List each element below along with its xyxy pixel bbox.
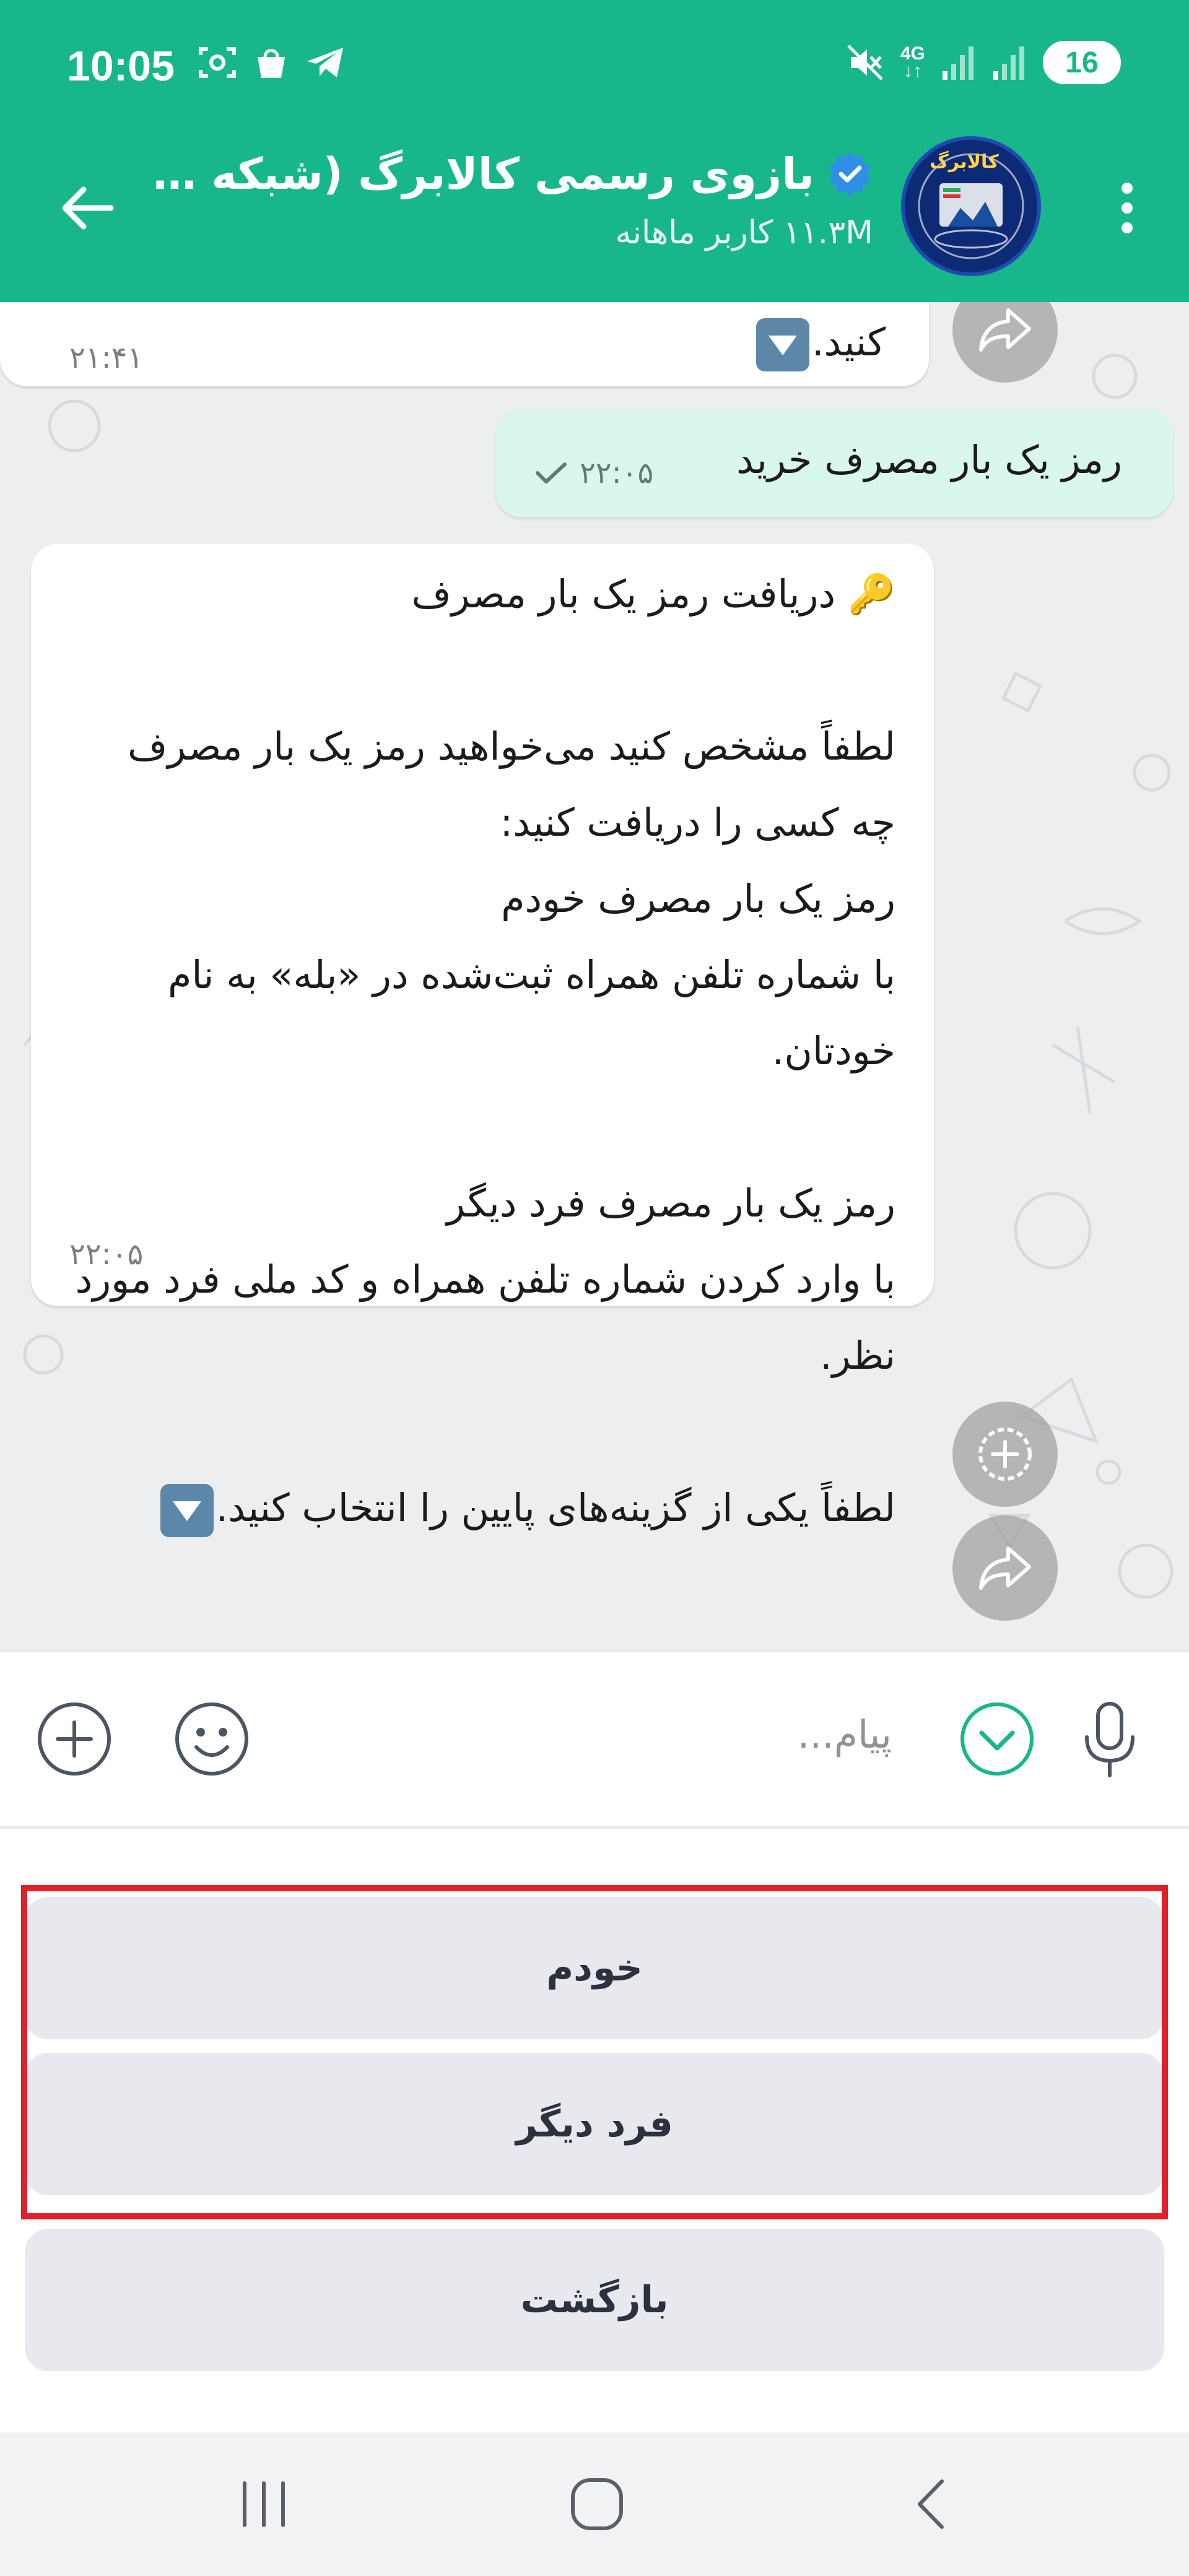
message-time: ۲۲:۰۵ [580,456,654,490]
status-notification-icons [198,45,346,80]
chat-messages-area[interactable]: کنید. ۲۱:۴۱ رمز یک بار مصرف خرید ۲۲:۰۵ 🔑… [0,302,1189,1650]
voice-record-button[interactable] [1066,1696,1153,1782]
recent-apps-icon [243,2481,285,2527]
avatar-label: کالابرگ [930,151,999,173]
highlight-box [21,1885,1168,2219]
message-bubble-previous[interactable]: کنید. ۲۱:۴۱ [0,302,929,386]
message-line: 🔑 دریافت رمز یک بار مصرف [411,571,895,617]
message-text: کنید. [754,318,886,371]
home-icon [571,2478,623,2530]
shopping-bag-icon [258,49,285,78]
system-back-button[interactable] [888,2467,975,2541]
down-arrow-emoji-icon [160,1483,214,1537]
smiley-icon [175,1702,248,1776]
status-system-icons: 4G ↓↑ 16 [846,41,1121,84]
chevron-left-icon [918,2479,944,2529]
bot-avatar[interactable]: کالابرگ [901,136,1041,276]
message-meta: ۲۲:۰۵ [534,456,653,490]
emoji-button[interactable] [168,1696,255,1782]
message-time: ۲۱:۴۱ [69,340,144,375]
message-line [53,1394,895,1470]
more-options-button[interactable] [1108,171,1146,245]
message-line [53,632,895,708]
message-line [53,1089,895,1165]
network-type: 4G ↓↑ [900,43,925,81]
message-line: خودتان. [772,1028,895,1073]
telegram-icon [307,48,343,77]
message-line: با وارد کردن شماره تلفن همراه و کد ملی ف… [75,1257,895,1302]
back-button[interactable] [50,171,124,245]
kebab-dot-icon [1121,202,1133,214]
plus-circle-icon [38,1702,111,1776]
home-button[interactable] [554,2467,640,2541]
message-line: رمز یک بار مصرف خودم [501,876,895,921]
forward-icon [979,308,1031,352]
message-text: 🔑 دریافت رمز یک بار مصرف لطفاً مشخص کنید… [53,556,895,1546]
forward-button[interactable] [952,1516,1058,1621]
system-navigation-bar [0,2432,1189,2576]
chat-header: بازوی رسمی کالابرگ (شبکه مل... ۱۱.۳M کار… [0,135,1189,302]
keyboard-button-back[interactable]: بازگشت [25,2229,1164,2371]
message-input[interactable]: پیام... [798,1712,892,1757]
message-text: رمز یک بار مصرف خرید [736,437,1122,482]
add-reaction-button[interactable] [952,1402,1058,1507]
message-line: چه کسی را دریافت کنید: [500,800,895,845]
forward-icon [979,1546,1031,1590]
kebab-dot-icon [1121,183,1133,194]
message-line: لطفاً مشخص کنید می‌خواهید رمز یک بار مصر… [128,724,895,769]
battery-indicator: 16 [1043,41,1121,84]
check-icon [536,462,567,484]
screenshot-icon [199,47,236,78]
signal-icon-1 [943,46,973,80]
message-line: رمز یک بار مصرف فرد دیگر [446,1181,895,1226]
attach-button[interactable] [31,1696,118,1782]
message-bubble-outgoing[interactable]: رمز یک بار مصرف خرید ۲۲:۰۵ [495,409,1173,518]
chat-title-row[interactable]: بازوی رسمی کالابرگ (شبکه مل... [142,149,873,199]
message-line: با شماره تلفن همراه ثبت‌شده در «بله» به … [167,952,895,997]
message-input-bar: پیام... [0,1650,1189,1826]
message-line: نظر. [819,1333,895,1378]
verified-badge-icon [829,152,871,196]
chevron-down-circle-icon [960,1702,1034,1776]
status-bar: 10:05 4G ↓↑ 16 [0,0,1189,135]
mute-icon [847,45,883,80]
down-arrow-emoji-icon [756,318,809,371]
chat-subtitle: ۱۱.۳M کاربر ماهانه [615,214,873,251]
recent-apps-button[interactable] [220,2467,307,2541]
status-time: 10:05 [67,43,175,90]
message-time: ۲۲:۰۵ [69,1237,144,1272]
arrow-left-icon [62,186,114,230]
message-line-last: لطفاً یکی از گزینه‌های پایین را انتخاب ک… [53,1470,895,1546]
chat-title: بازوی رسمی کالابرگ (شبکه مل... [145,149,814,199]
add-circle-icon [978,1428,1032,1481]
signal-icon-2 [993,46,1024,80]
message-bubble-incoming[interactable]: 🔑 دریافت رمز یک بار مصرف لطفاً مشخص کنید… [31,544,934,1537]
kebab-dot-icon [1121,222,1133,233]
keyboard-toggle-button[interactable] [954,1696,1040,1782]
microphone-icon [1085,1702,1135,1777]
